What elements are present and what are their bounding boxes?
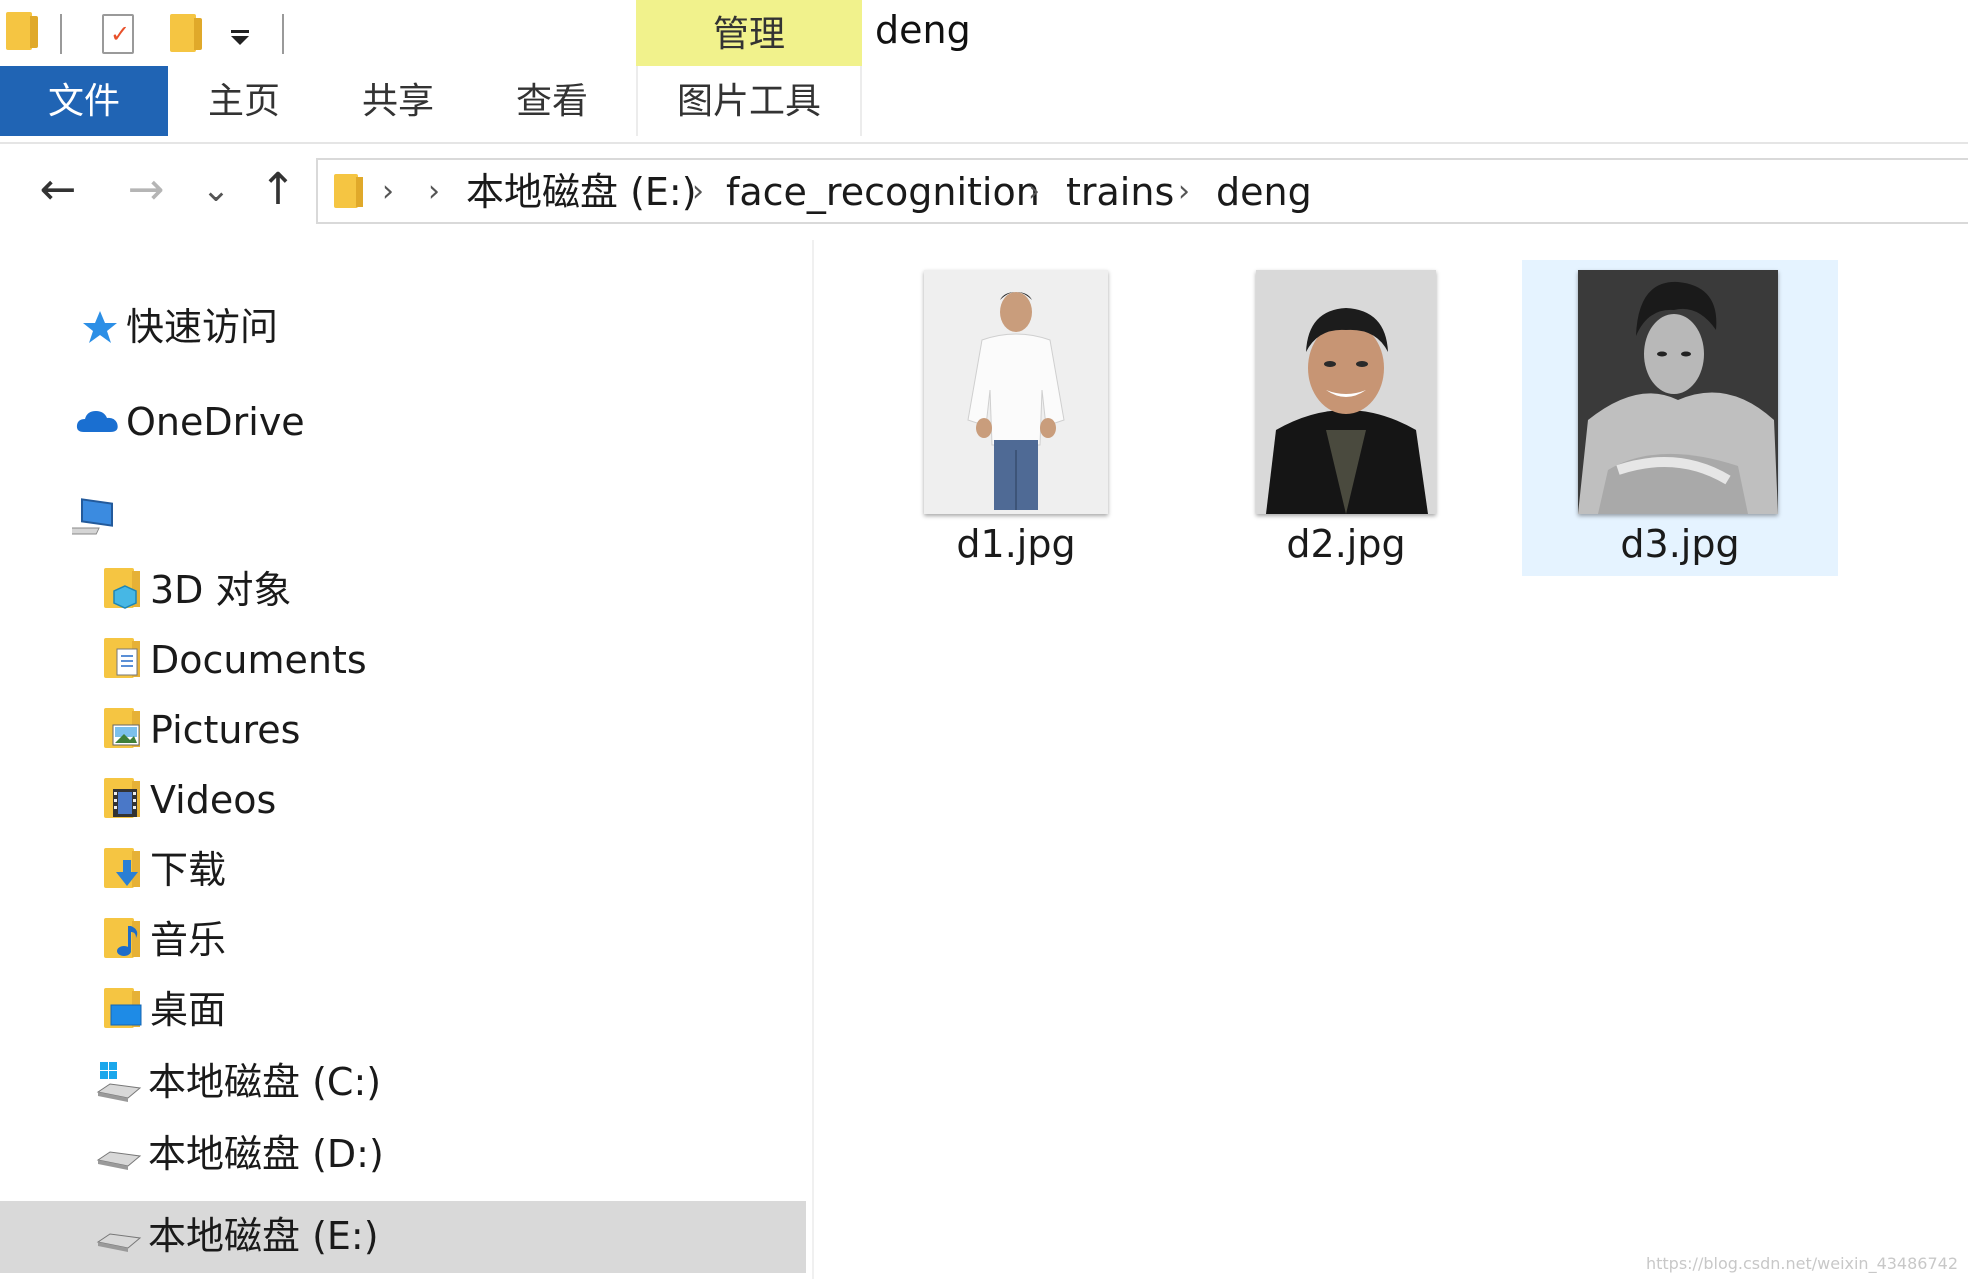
folder-icon [6,12,38,50]
landscape-icon [112,724,140,746]
file-tile-d2[interactable]: d2.jpg [1190,260,1506,576]
sidebar-item-onedrive[interactable]: OneDrive [76,392,476,452]
tab-picture-tools[interactable]: 图片工具 [636,66,862,136]
thumbnail-image [1578,270,1778,514]
down-arrow-icon [116,860,138,886]
recent-locations-button[interactable]: ⌄ [192,166,240,214]
film-strip-icon [113,789,137,817]
sidebar-item-quick-access[interactable]: 快速访问 [76,297,476,357]
ribbon-tabs: 文件 主页 共享 查看 图片工具 [0,66,1968,144]
sidebar-item-3d-objects[interactable]: 3D 对象 [100,560,600,620]
tab-view[interactable]: 查看 [504,66,600,136]
sidebar-item-music[interactable]: 音乐 [100,910,600,970]
folder-icon [334,174,363,208]
drive-c-icon [96,1062,142,1102]
new-folder-icon[interactable] [170,14,202,52]
sidebar-item-label: 本地磁盘 (D:) [148,1132,384,1176]
cloud-icon [76,411,118,432]
back-button[interactable]: ← [34,166,82,214]
address-bar[interactable]: › › 本地磁盘 (E:) › face_recognition › train… [316,158,1968,224]
chevron-right-icon[interactable]: › [1028,174,1040,210]
properties-icon[interactable] [102,14,134,54]
tab-file[interactable]: 文件 [0,66,168,136]
sidebar-item-downloads[interactable]: 下载 [100,840,600,900]
breadcrumb-drive-e[interactable]: 本地磁盘 (E:) [466,172,697,212]
computer-icon [72,498,113,535]
window-title: deng [875,8,971,52]
cube-icon [113,585,137,609]
file-tile-d3[interactable]: d3.jpg [1522,260,1838,576]
thumbnail-image [1256,270,1436,514]
document-page-icon [116,648,138,676]
file-name: d2.jpg [1286,522,1406,566]
breadcrumb-deng[interactable]: deng [1216,172,1312,212]
contextual-tab-label: 管理 [712,14,785,55]
watermark: https://blog.csdn.net/weixin_43486742 [1645,1254,1958,1273]
monitor-icon [110,1004,142,1026]
star-icon [83,311,117,343]
sidebar-item-pictures[interactable]: Pictures [100,700,600,760]
sidebar-item-label: 快速访问 [126,305,279,349]
up-button[interactable]: ↑ [254,166,302,214]
file-name: d1.jpg [956,522,1076,566]
contextual-tab-manage[interactable]: 管理 [636,0,862,66]
chevron-right-icon[interactable]: › [382,174,394,210]
title-bar: 管理 deng [0,0,1968,66]
file-tile-d1[interactable]: d1.jpg [860,260,1176,576]
sidebar-item-this-pc[interactable] [72,488,132,548]
sidebar-item-label: Documents [150,638,367,682]
sidebar-item-label: Videos [150,778,277,822]
chevron-right-icon[interactable]: › [692,174,704,210]
sidebar-item-label: 3D 对象 [150,568,292,612]
music-note-icon [117,926,138,956]
customize-dropdown-icon[interactable] [231,30,249,45]
file-name: d3.jpg [1620,522,1740,566]
chevron-right-icon[interactable]: › [1178,174,1190,210]
sidebar-item-desktop[interactable]: 桌面 [100,980,600,1040]
chevron-right-icon[interactable]: › [428,174,440,210]
divider [60,14,62,54]
sidebar-item-label: 本地磁盘 (C:) [148,1060,382,1104]
sidebar-item-label: Pictures [150,708,301,752]
sidebar-item-label: 桌面 [150,988,227,1032]
sidebar-item-documents[interactable]: Documents [100,630,600,690]
pane-divider[interactable] [812,240,814,1279]
divider [282,14,284,54]
sidebar-item-drive-c[interactable]: 本地磁盘 (C:) [96,1052,596,1112]
tab-home[interactable]: 主页 [196,66,292,136]
breadcrumb-face-recognition[interactable]: face_recognition [726,172,1040,212]
sidebar-item-label: 下载 [150,848,227,892]
sidebar-item-label: OneDrive [126,400,305,444]
drive-e-icon [96,1233,142,1252]
thumbnail-image [924,270,1108,514]
sidebar-item-label: 本地磁盘 (E:) [148,1214,379,1258]
sidebar-item-drive-e[interactable]: 本地磁盘 (E:) [96,1206,596,1266]
sidebar-item-drive-d[interactable]: 本地磁盘 (D:) [96,1124,596,1184]
tab-share[interactable]: 共享 [350,66,446,136]
forward-button[interactable]: → [122,166,170,214]
sidebar-item-label: 音乐 [150,918,227,962]
sidebar-item-videos[interactable]: Videos [100,770,600,830]
drive-d-icon [96,1151,142,1170]
breadcrumb-trains[interactable]: trains [1066,172,1174,212]
